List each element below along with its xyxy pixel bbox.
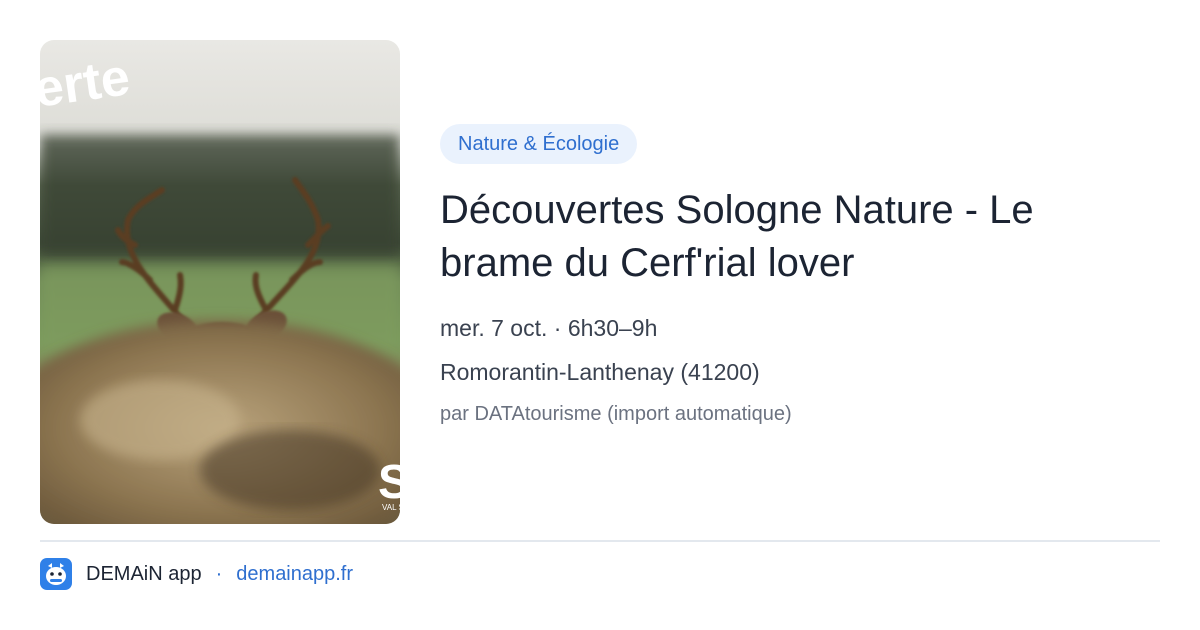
- image-corner-subtext: VAL S: [382, 503, 400, 512]
- deer-photo: erte S VAL S: [40, 40, 400, 524]
- event-location: Romorantin-Lanthenay (41200): [440, 359, 760, 385]
- app-name: DEMAiN app: [86, 562, 202, 585]
- footer: DEMAiN app · demainapp.fr: [40, 558, 353, 590]
- event-datetime: mer. 7 oct. · 6h30–9h: [440, 315, 658, 341]
- footer-separator: ·: [215, 562, 223, 585]
- image-corner-logo: S: [378, 456, 400, 509]
- demain-app-icon: [40, 558, 72, 590]
- event-source: par DATAtourisme (import automatique): [440, 403, 792, 425]
- event-image[interactable]: erte S VAL S: [40, 40, 400, 524]
- event-title[interactable]: Découvertes Sologne Nature - Le brame du…: [440, 184, 1140, 290]
- divider: [40, 540, 1160, 542]
- category-badge[interactable]: Nature & Écologie: [440, 124, 638, 164]
- app-domain-link[interactable]: demainapp.fr: [236, 563, 353, 586]
